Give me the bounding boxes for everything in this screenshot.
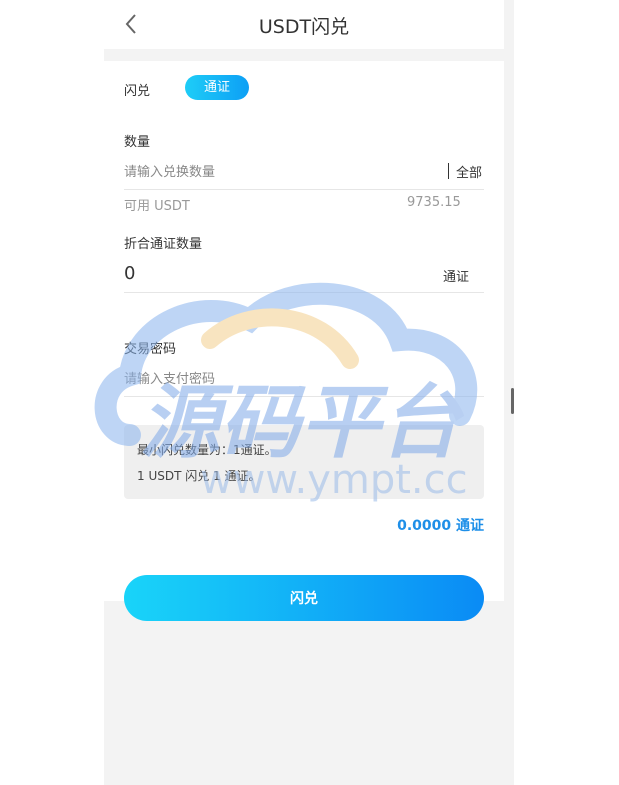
divider <box>124 189 484 190</box>
password-label: 交易密码 <box>124 342 177 357</box>
divider <box>124 292 484 293</box>
exchange-submit-button[interactable]: 闪兑 <box>124 575 484 621</box>
available-value: 9735.15 <box>407 195 461 210</box>
exchange-form: 闪兑 通证 数量 全部 可用 USDT 9735.15 折合通证数量 0 通证 … <box>104 61 504 601</box>
converted-unit: 通证 <box>443 270 470 285</box>
notice-line: 最小闪兑数量为：1通证。 <box>137 443 277 457</box>
available-label: 可用 USDT <box>124 199 190 214</box>
header-bar: USDT闪兑 <box>104 0 504 49</box>
divider <box>448 163 449 179</box>
all-button[interactable]: 全部 <box>456 162 482 181</box>
quantity-input[interactable] <box>124 158 444 186</box>
divider <box>124 396 484 397</box>
quantity-label: 数量 <box>124 135 151 150</box>
notice-line: 1 USDT 闪兑 1 通证。 <box>137 469 261 483</box>
converted-label: 折合通证数量 <box>124 237 203 252</box>
page-title: USDT闪兑 <box>258 16 350 38</box>
password-input[interactable] <box>124 365 484 393</box>
notice-box: 最小闪兑数量为：1通证。 1 USDT 闪兑 1 通证。 <box>124 425 484 499</box>
converted-value: 0 <box>124 263 136 284</box>
coin-label: 闪兑 <box>124 84 151 99</box>
phone-frame: USDT闪兑 闪兑 通证 数量 全部 可用 USDT 9735.15 折合通证数… <box>104 0 514 785</box>
total-amount: 0.0000 通证 <box>397 518 484 534</box>
scrollbar[interactable] <box>511 388 514 414</box>
coin-select-pill[interactable]: 通证 <box>185 75 249 100</box>
